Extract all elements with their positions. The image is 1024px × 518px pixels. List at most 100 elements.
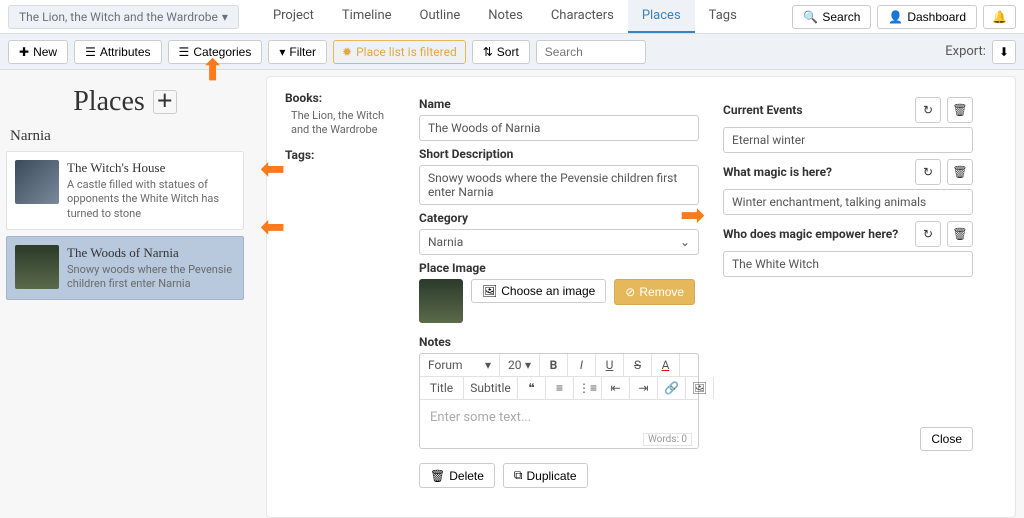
list-icon: ☰: [85, 45, 96, 59]
warning-icon: ✹: [342, 45, 352, 59]
sort-button[interactable]: ⇅ Sort: [472, 40, 530, 64]
word-count: Words: 0: [643, 433, 692, 446]
edit-attr-button[interactable]: ↻: [915, 159, 941, 185]
nav-outline[interactable]: Outline: [406, 0, 475, 33]
indent-button[interactable]: ⇥: [630, 377, 658, 399]
add-place-button[interactable]: +: [153, 90, 177, 114]
place-title: The Witch's House: [67, 160, 235, 176]
insert-image-button[interactable]: 🖼: [686, 377, 714, 399]
bold-button[interactable]: B: [540, 354, 568, 376]
nav-notes[interactable]: Notes: [474, 0, 537, 33]
main-nav: Project Timeline Outline Notes Character…: [259, 0, 751, 33]
filter-warning[interactable]: ✹ Place list is filtered: [333, 40, 466, 64]
chevron-down-icon: ⌄: [680, 235, 690, 249]
place-card[interactable]: The Witch's House A castle filled with s…: [6, 151, 244, 230]
attributes-button[interactable]: ☰ Attributes: [74, 40, 161, 64]
copy-icon: ⧉: [514, 468, 523, 483]
attr-field[interactable]: Winter enchantment, talking animals: [723, 189, 973, 215]
filter-icon: ▾: [279, 45, 285, 59]
subtitle-button[interactable]: Subtitle: [464, 377, 518, 399]
title-button[interactable]: Title: [420, 377, 464, 399]
arrow-annotation: ➡: [260, 152, 285, 187]
sort-icon: ⇅: [483, 45, 493, 59]
search-input[interactable]: [536, 40, 646, 64]
name-field[interactable]: The Woods of Narnia: [419, 115, 699, 141]
project-name: The Lion, the Witch and the Wardrobe: [19, 10, 218, 24]
filter-button[interactable]: ▾ Filter: [268, 40, 327, 64]
close-button[interactable]: Close: [920, 427, 973, 451]
ul-button[interactable]: ⋮≡: [574, 377, 602, 399]
tags-label: Tags:: [285, 148, 395, 162]
shortdesc-label: Short Description: [419, 147, 699, 161]
edit-attr-button[interactable]: ↻: [915, 221, 941, 247]
font-family-select[interactable]: Forum▾: [420, 354, 500, 376]
textcolor-button[interactable]: A: [652, 354, 680, 376]
export-button[interactable]: ⬇: [992, 40, 1016, 64]
shortdesc-field[interactable]: Snowy woods where the Pevensie children …: [419, 165, 699, 205]
notes-textarea[interactable]: Enter some text... Words: 0: [420, 400, 698, 448]
user-icon: 👤: [888, 10, 903, 24]
dashboard-button[interactable]: 👤 Dashboard: [877, 5, 977, 29]
bell-icon: 🔔: [992, 10, 1007, 24]
ol-button[interactable]: ≡: [546, 377, 574, 399]
download-icon: ⬇: [999, 45, 1009, 59]
category-label: Category: [419, 211, 699, 225]
name-label: Name: [419, 97, 699, 111]
place-thumbnail: [15, 245, 59, 289]
arrow-annotation: ➡: [195, 57, 230, 82]
trash-icon: 🗑: [430, 469, 445, 483]
nav-places[interactable]: Places: [628, 0, 695, 33]
search-icon: 🔍: [803, 10, 818, 24]
books-label: Books:: [285, 91, 395, 105]
nav-tags[interactable]: Tags: [695, 0, 751, 33]
notes-label: Notes: [419, 335, 699, 349]
nav-timeline[interactable]: Timeline: [328, 0, 406, 33]
export-label: Export:: [945, 44, 986, 59]
new-button[interactable]: ✚ New: [8, 40, 68, 64]
chevron-down-icon: ▾: [222, 10, 228, 24]
notifications-button[interactable]: 🔔: [983, 5, 1016, 29]
quote-button[interactable]: ❝: [518, 377, 546, 399]
book-name[interactable]: The Lion, the Witch and the Wardrobe: [291, 109, 395, 138]
ban-icon: ⊘: [625, 285, 635, 299]
remove-image-button[interactable]: ⊘ Remove: [614, 279, 695, 305]
place-thumbnail: [15, 160, 59, 204]
delete-button[interactable]: 🗑 Delete: [419, 463, 495, 488]
link-button[interactable]: 🔗: [658, 377, 686, 399]
italic-button[interactable]: I: [568, 354, 596, 376]
nav-project[interactable]: Project: [259, 0, 328, 33]
place-title: The Woods of Narnia: [67, 245, 235, 261]
search-button[interactable]: 🔍 Search: [792, 5, 871, 29]
attr-label: What magic is here?: [723, 165, 909, 179]
plus-icon: ✚: [19, 45, 29, 59]
arrow-annotation: ➡: [260, 210, 285, 245]
place-card[interactable]: The Woods of Narnia Snowy woods where th…: [6, 236, 244, 301]
image-preview: [419, 279, 463, 323]
place-desc: A castle filled with statues of opponent…: [67, 178, 235, 221]
underline-button[interactable]: U: [596, 354, 624, 376]
place-desc: Snowy woods where the Pevensie children …: [67, 263, 235, 292]
strike-button[interactable]: S: [624, 354, 652, 376]
nav-characters[interactable]: Characters: [537, 0, 628, 33]
project-dropdown[interactable]: The Lion, the Witch and the Wardrobe ▾: [8, 5, 239, 29]
page-title: Places +: [6, 86, 244, 118]
choose-image-button[interactable]: 🖼 Choose an image: [471, 279, 606, 303]
attr-field[interactable]: The White Witch: [723, 251, 973, 277]
font-size-select[interactable]: 20▾: [500, 354, 540, 376]
attr-label: Current Events: [723, 103, 909, 117]
notes-editor: Forum▾ 20▾ B I U S A Title Subtitle ❝ ≡ …: [419, 353, 699, 449]
category-select[interactable]: Narnia ⌄: [419, 229, 699, 255]
delete-attr-button[interactable]: 🗑: [947, 159, 973, 185]
attr-field[interactable]: Eternal winter: [723, 127, 973, 153]
delete-attr-button[interactable]: 🗑: [947, 221, 973, 247]
image-icon: 🖼: [482, 284, 497, 298]
delete-attr-button[interactable]: 🗑: [947, 97, 973, 123]
list-icon: ☰: [179, 45, 190, 59]
outdent-button[interactable]: ⇤: [602, 377, 630, 399]
edit-attr-button[interactable]: ↻: [915, 97, 941, 123]
category-heading: Narnia: [10, 128, 244, 145]
duplicate-button[interactable]: ⧉ Duplicate: [503, 463, 588, 488]
arrow-annotation: ➡: [680, 198, 705, 233]
attr-label: Who does magic empower here?: [723, 227, 909, 241]
image-label: Place Image: [419, 261, 699, 275]
